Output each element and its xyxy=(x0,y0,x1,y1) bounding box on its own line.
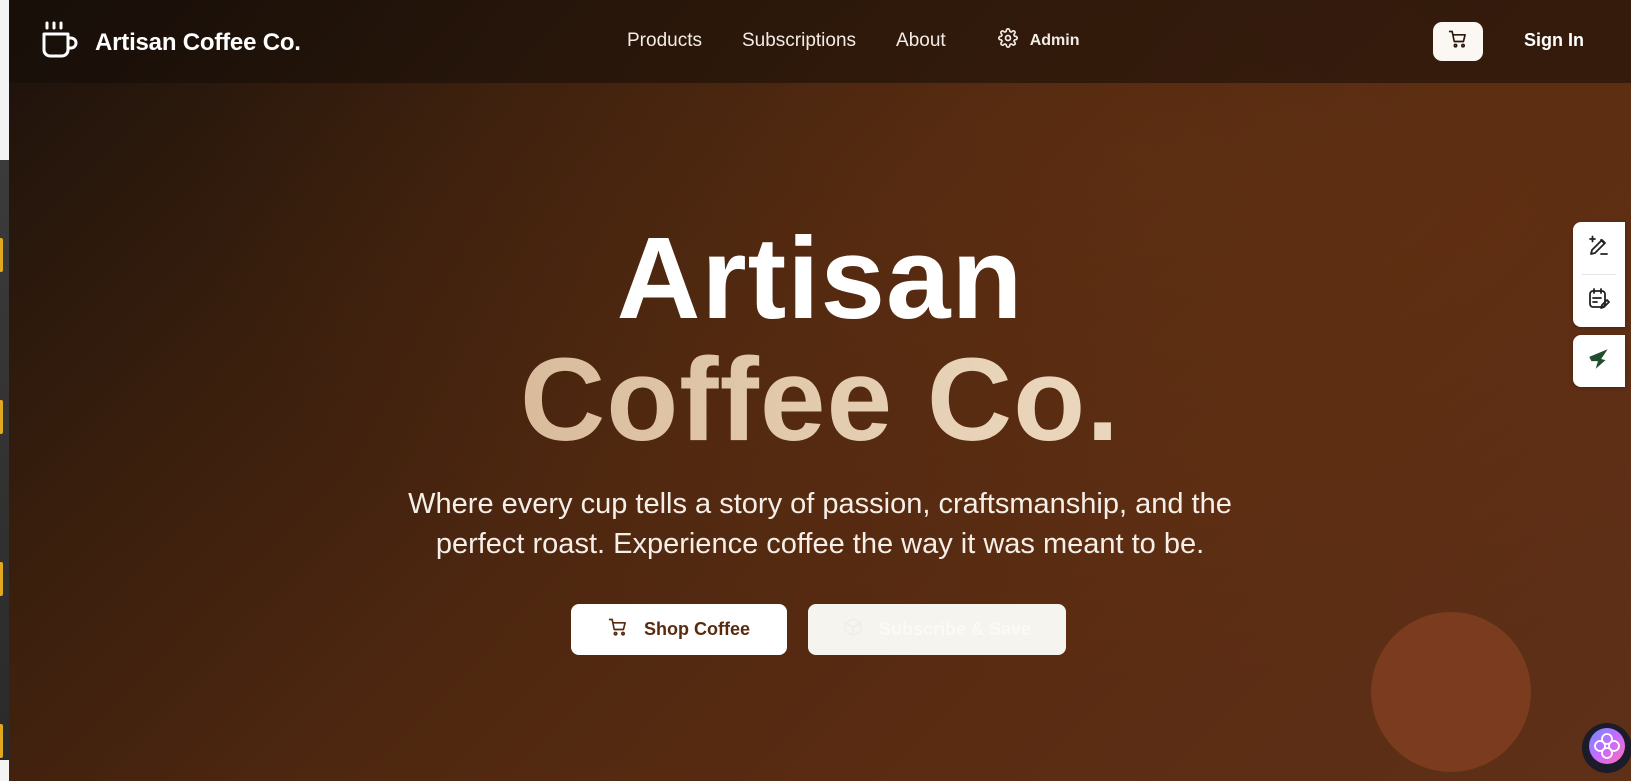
calendar-edit-tool[interactable] xyxy=(1573,275,1625,327)
sign-in-link[interactable]: Sign In xyxy=(1524,30,1584,51)
site-header: Artisan Coffee Co. Products Subscription… xyxy=(9,0,1631,83)
side-toolbar-logo xyxy=(1573,335,1625,387)
package-icon xyxy=(843,617,863,642)
assistant-bubble[interactable] xyxy=(1582,723,1631,773)
taskbar-marker xyxy=(0,562,3,596)
hero-title-line2: Coffee Co. xyxy=(9,338,1631,462)
ai-flower-icon xyxy=(1587,726,1627,771)
edit-pen-icon xyxy=(1587,234,1611,263)
web-page: Artisan Coffee Co. Products Subscription… xyxy=(9,0,1631,781)
subscribe-save-label: Subscribe & Save xyxy=(878,619,1032,639)
gear-icon xyxy=(997,28,1018,53)
shop-coffee-button[interactable]: Shop Coffee xyxy=(571,604,787,655)
shopping-cart-icon xyxy=(608,617,628,642)
nav-admin[interactable]: Admin xyxy=(997,28,1080,53)
nav-admin-label: Admin xyxy=(1029,31,1080,49)
leaf-logo-icon xyxy=(1586,346,1612,377)
desktop-edge xyxy=(0,0,9,781)
edit-pen-tool[interactable] xyxy=(1573,222,1625,274)
hero-tagline: Where every cup tells a story of passion… xyxy=(9,484,1631,564)
calendar-edit-icon xyxy=(1587,287,1611,316)
hero-tagline-line2: perfect roast. Experience coffee the way… xyxy=(435,528,1205,560)
taskbar-marker xyxy=(0,400,3,434)
shop-coffee-label: Shop Coffee xyxy=(644,619,750,639)
decorative-circle xyxy=(1371,612,1531,772)
nav-products[interactable]: Products xyxy=(627,30,702,52)
subscribe-save-button[interactable]: Subscribe & Save xyxy=(808,604,1066,655)
side-toolbar-group xyxy=(1573,222,1625,327)
nav-about[interactable]: About xyxy=(896,30,946,52)
coffee-cup-icon xyxy=(41,20,79,65)
leaf-logo-tool[interactable] xyxy=(1573,335,1625,387)
main-nav: Products Subscriptions About Admin xyxy=(627,28,1079,53)
brand[interactable]: Artisan Coffee Co. xyxy=(41,20,301,65)
shopping-cart-icon xyxy=(1448,29,1468,54)
hero-tagline-line1: Where every cup tells a story of passion… xyxy=(408,488,1232,520)
hero-title-line1: Artisan xyxy=(616,213,1024,343)
side-toolbar xyxy=(1573,222,1625,387)
cart-button[interactable] xyxy=(1433,22,1483,61)
taskbar-marker xyxy=(0,238,3,272)
brand-name: Artisan Coffee Co. xyxy=(95,28,301,56)
nav-subscriptions[interactable]: Subscriptions xyxy=(742,30,856,52)
taskbar-marker xyxy=(0,724,3,758)
